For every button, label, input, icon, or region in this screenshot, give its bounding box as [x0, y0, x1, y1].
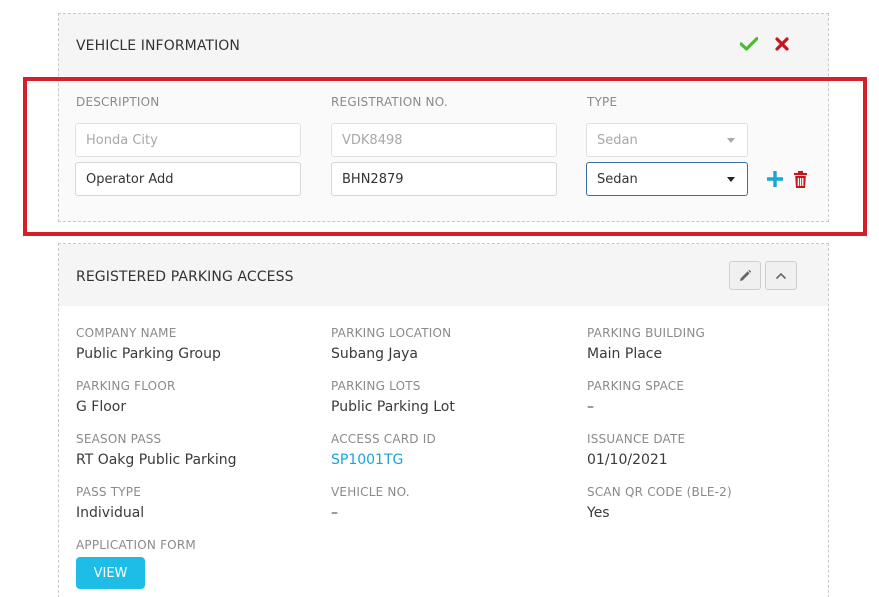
scan-qr-code-label: SCAN QR CODE (BLE-2): [587, 485, 732, 499]
vehicle-no-label: VEHICLE NO.: [331, 485, 410, 499]
parking-floor-label: PARKING FLOOR: [76, 379, 176, 393]
chevron-up-icon: [775, 272, 787, 279]
parking-lots-value: Public Parking Lot: [331, 399, 455, 415]
registration-input[interactable]: BHN2879: [331, 162, 557, 196]
parking-space-value: –: [587, 399, 594, 415]
existing-type-value: Sedan: [597, 132, 638, 148]
parking-building-value: Main Place: [587, 346, 663, 362]
confirm-check-icon[interactable]: [739, 34, 759, 54]
registration-column-label: REGISTRATION NO.: [331, 95, 448, 109]
parking-card-header: REGISTERED PARKING ACCESS: [59, 244, 828, 306]
parking-card-title: REGISTERED PARKING ACCESS: [76, 269, 294, 285]
existing-description-value: Honda City: [86, 132, 158, 148]
parking-building-label: PARKING BUILDING: [587, 326, 706, 340]
type-column-label: TYPE: [587, 95, 618, 109]
collapse-button[interactable]: [765, 261, 797, 290]
registration-input-value: BHN2879: [342, 171, 404, 187]
type-select[interactable]: Sedan: [586, 162, 748, 196]
pass-type-value: Individual: [76, 505, 145, 521]
company-name-value: Public Parking Group: [76, 346, 221, 362]
pencil-icon: [740, 269, 752, 281]
caret-down-icon: [727, 138, 735, 143]
description-input[interactable]: Operator Add: [75, 162, 301, 196]
parking-access-card: REGISTERED PARKING ACCESS COMPANY NAME P…: [58, 243, 829, 597]
description-column-label: DESCRIPTION: [76, 95, 160, 109]
issuance-date-value: 01/10/2021: [587, 452, 668, 468]
season-pass-label: SEASON PASS: [76, 432, 162, 446]
view-application-button[interactable]: VIEW: [76, 557, 145, 589]
parking-floor-value: G Floor: [76, 399, 127, 415]
add-plus-icon[interactable]: [765, 169, 785, 189]
cancel-close-icon[interactable]: [772, 34, 792, 54]
edit-button[interactable]: [729, 261, 761, 290]
application-form-label: APPLICATION FORM: [76, 538, 196, 552]
season-pass-value: RT Oakg Public Parking: [76, 452, 237, 468]
delete-trash-icon[interactable]: [790, 169, 810, 189]
existing-registration-value: VDK8498: [342, 132, 403, 148]
existing-type-select: Sedan: [586, 123, 748, 157]
existing-description-field: Honda City: [75, 123, 301, 157]
vehicle-no-value: –: [331, 505, 338, 521]
company-name-label: COMPANY NAME: [76, 326, 177, 340]
vehicle-information-card: VEHICLE INFORMATION DESCRIPTION REGISTRA…: [58, 13, 829, 222]
existing-registration-field: VDK8498: [331, 123, 557, 157]
caret-down-icon: [727, 177, 735, 182]
parking-location-value: Subang Jaya: [331, 346, 419, 362]
access-card-id-link[interactable]: SP1001TG: [331, 452, 403, 468]
scan-qr-code-value: Yes: [587, 505, 610, 521]
access-card-id-label: ACCESS CARD ID: [331, 432, 436, 446]
parking-space-label: PARKING SPACE: [587, 379, 685, 393]
vehicle-card-title: VEHICLE INFORMATION: [76, 38, 240, 54]
parking-location-label: PARKING LOCATION: [331, 326, 452, 340]
type-select-value: Sedan: [597, 171, 638, 187]
description-input-value: Operator Add: [86, 171, 174, 187]
parking-lots-label: PARKING LOTS: [331, 379, 421, 393]
pass-type-label: PASS TYPE: [76, 485, 142, 499]
issuance-date-label: ISSUANCE DATE: [587, 432, 686, 446]
vehicle-card-header: VEHICLE INFORMATION: [59, 14, 828, 76]
